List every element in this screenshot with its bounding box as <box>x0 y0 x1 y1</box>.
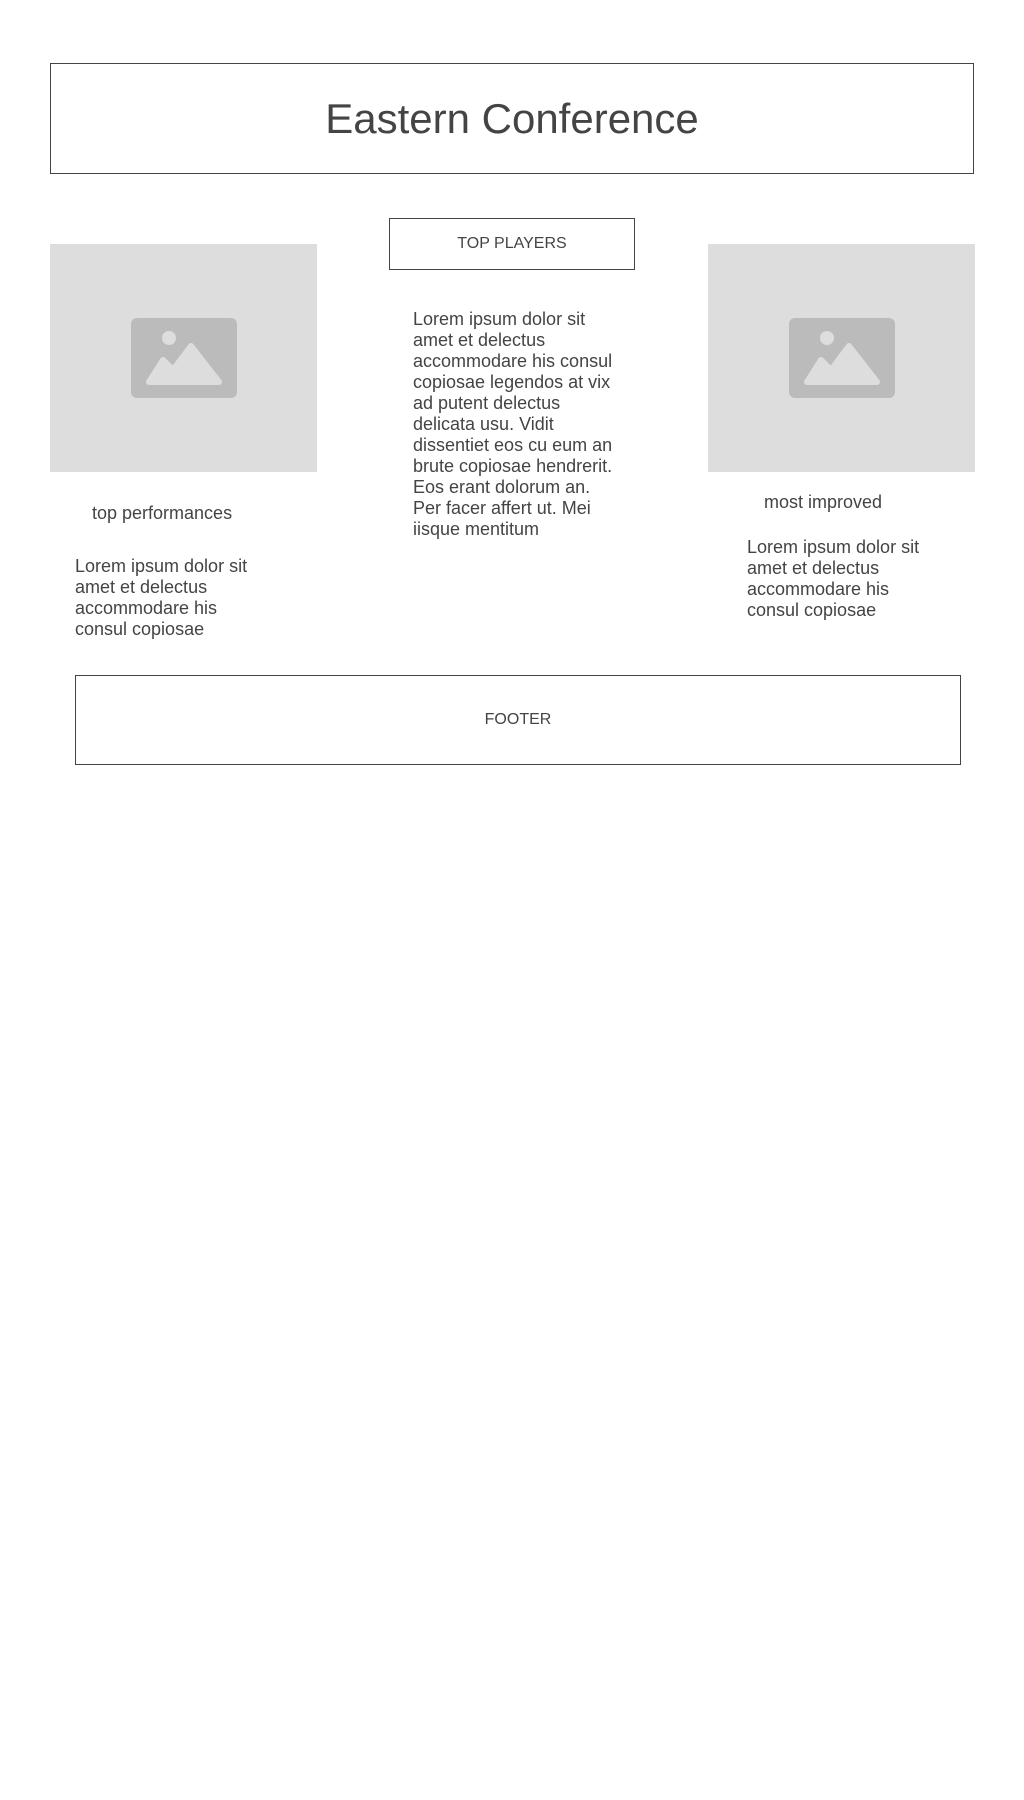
left-image-placeholder <box>50 244 317 472</box>
center-body-text: Lorem ipsum dolor sit amet et delectus a… <box>413 309 613 539</box>
left-caption: top performances <box>92 503 233 523</box>
image-icon <box>130 318 237 398</box>
top-players-button[interactable]: TOP PLAYERS <box>389 218 635 270</box>
image-icon <box>788 318 895 398</box>
left-body-text: Lorem ipsum dolor sit amet et delectus a… <box>75 556 248 639</box>
right-image-placeholder <box>708 244 975 472</box>
right-caption: most improved <box>764 492 883 512</box>
page-title: Eastern Conference <box>325 94 699 142</box>
footer-label: FOOTER <box>484 711 552 728</box>
header-box: Eastern Conference <box>50 63 974 174</box>
footer: FOOTER <box>75 675 961 765</box>
right-body-text: Lorem ipsum dolor sit amet et delectus a… <box>747 537 920 620</box>
